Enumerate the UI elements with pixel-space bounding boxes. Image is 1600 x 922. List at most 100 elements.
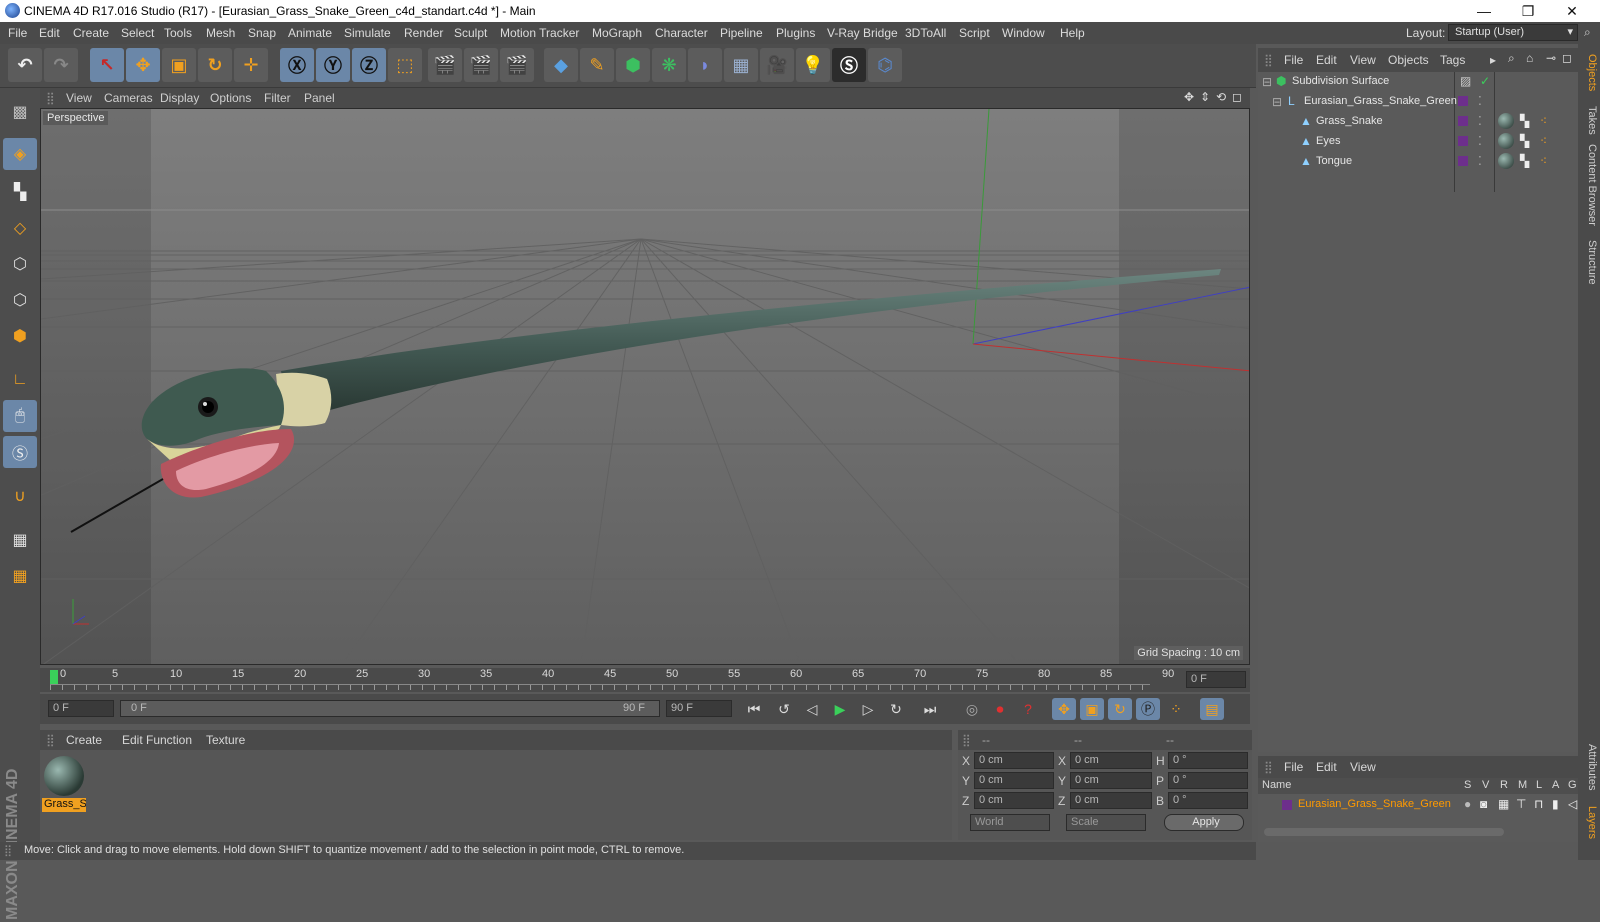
go-to-end-icon[interactable]: ⏭ (918, 698, 942, 720)
array-icon[interactable]: ❋ (652, 48, 686, 82)
layer-row[interactable]: Eurasian_Grass_Snake_Green ● ◙ ▦ ⊤ ⊓ ▮ ◁ (1258, 796, 1578, 814)
magnet-icon[interactable]: ∪ (3, 480, 37, 512)
layer-color-swatch[interactable] (1458, 156, 1468, 166)
position-z-field[interactable]: 0 cm (974, 792, 1054, 809)
size-y-field[interactable]: 0 cm (1070, 772, 1152, 789)
drag-handle-icon[interactable]: ⣿ (46, 733, 55, 747)
viewport-menu-options[interactable]: Options (210, 91, 251, 105)
render-picture-viewer-icon[interactable]: 🎬 (464, 48, 498, 82)
material-menu-function[interactable]: Function (146, 733, 192, 747)
tab-structure[interactable]: Structure (1580, 240, 1598, 285)
camera-icon[interactable]: 🎥 (760, 48, 794, 82)
enabled-check-icon[interactable]: ✓ (1480, 74, 1490, 88)
layer-color-swatch[interactable] (1458, 116, 1468, 126)
menu-vray-bridge[interactable]: V-Ray Bridge (827, 26, 898, 40)
menu-pipeline[interactable]: Pipeline (720, 26, 763, 40)
object-row[interactable]: ▲ Grass_Snake ⁚ ▚ ⁖ (1258, 112, 1578, 132)
apply-button[interactable]: Apply (1164, 814, 1244, 831)
drag-handle-icon[interactable]: ⣿ (1264, 53, 1273, 67)
material-tag-icon[interactable] (1498, 133, 1514, 149)
menu-plugins[interactable]: Plugins (776, 26, 815, 40)
size-z-field[interactable]: 0 cm (1070, 792, 1152, 809)
lm-menu-file[interactable]: File (1284, 760, 1303, 774)
layer-color-swatch[interactable] (1458, 96, 1468, 106)
start-frame-field[interactable]: 0 F (48, 700, 114, 717)
material-menu-texture[interactable]: Texture (206, 733, 245, 747)
visibility-dots-icon[interactable]: ⁚ (1478, 134, 1482, 148)
play-icon[interactable]: ▶ (828, 698, 852, 720)
menu-select[interactable]: Select (121, 26, 154, 40)
viewport-menu-filter[interactable]: Filter (264, 91, 291, 105)
menu-simulate[interactable]: Simulate (344, 26, 391, 40)
model-mode-icon[interactable]: ◈ (3, 138, 37, 170)
lock-workplane-icon[interactable]: ▦ (3, 524, 37, 556)
vray-icon[interactable]: Ⓢ (832, 48, 866, 82)
viewport-camera-label[interactable]: Perspective (43, 111, 109, 125)
solo-toggle-icon[interactable]: ● (1464, 797, 1471, 811)
axis-mode-icon[interactable]: ∟ (3, 364, 37, 396)
viewport-menu-cameras[interactable]: Cameras (104, 91, 153, 105)
end-frame-field[interactable]: 90 F (666, 700, 732, 717)
horizontal-scrollbar[interactable] (1264, 828, 1504, 836)
next-key-icon[interactable]: ↻ (884, 698, 908, 720)
auto-keying-icon[interactable]: ⏺ (988, 698, 1012, 720)
edges-mode-icon[interactable]: ⬡ (3, 284, 37, 316)
menu-character[interactable]: Character (655, 26, 708, 40)
next-frame-icon[interactable]: ▷ (856, 698, 880, 720)
workplane-mode-icon[interactable]: ◇ (3, 212, 37, 244)
om-menu-tags[interactable]: Tags (1440, 53, 1465, 67)
scale-icon[interactable]: ▣ (162, 48, 196, 82)
coordinate-system-icon[interactable]: ⬚ (388, 48, 422, 82)
tweak-mode-icon[interactable]: 🖱 (3, 400, 37, 432)
om-menu-view[interactable]: View (1350, 53, 1376, 67)
viewport-menu-panel[interactable]: Panel (304, 91, 335, 105)
move-icon[interactable]: ✥ (126, 48, 160, 82)
menu-file[interactable]: File (8, 26, 27, 40)
perspective-viewport[interactable]: Perspective Grid Spacing : 10 cm (40, 108, 1250, 665)
floor-icon[interactable]: ▦ (724, 48, 758, 82)
y-axis-icon[interactable]: Ⓨ (316, 48, 350, 82)
snapping-icon[interactable]: Ⓢ (3, 436, 37, 468)
size-mode-dropdown[interactable]: Scale (1066, 814, 1146, 831)
rotation-h-field[interactable]: 0 ° (1168, 752, 1248, 769)
rotation-p-field[interactable]: 0 ° (1168, 772, 1248, 789)
tab-attributes[interactable]: Attributes (1580, 744, 1598, 790)
viewport-menu-view[interactable]: View (66, 91, 92, 105)
point-level-icon[interactable]: ⁘ (1164, 698, 1188, 720)
object-row[interactable]: ▲ Eyes ⁚ ▚ ⁖ (1258, 132, 1578, 152)
chevron-right-icon[interactable]: ▸ (1490, 53, 1496, 67)
object-row[interactable]: ▲ Tongue ⁚ ▚ ⁖ (1258, 152, 1578, 172)
position-key-icon[interactable]: ✥ (1052, 698, 1076, 720)
uvw-tag-icon[interactable]: ▚ (1520, 114, 1529, 128)
visibility-dots-icon[interactable]: ⁚ (1478, 154, 1482, 168)
search-icon[interactable]: ⌕ (1508, 51, 1515, 66)
menu-3dtoall[interactable]: 3DToAll (905, 26, 946, 40)
cube-icon[interactable]: ◆ (544, 48, 578, 82)
visibility-dots-icon[interactable]: ⁚ (1478, 94, 1482, 108)
layout-dropdown[interactable]: Startup (User) ▾ (1448, 24, 1578, 41)
phong-tag-icon[interactable]: ⁖ (1540, 154, 1547, 168)
dolly-view-icon[interactable]: ⇕ (1200, 90, 1210, 104)
tab-objects[interactable]: Objects (1580, 54, 1598, 91)
live-selection-icon[interactable]: ↖ (90, 48, 124, 82)
search-icon[interactable]: ⌕ (1584, 25, 1591, 40)
material-tag-icon[interactable] (1498, 113, 1514, 129)
home-icon[interactable]: ⌂ (1526, 51, 1533, 65)
rotation-b-field[interactable]: 0 ° (1168, 792, 1248, 809)
rotation-key-icon[interactable]: ↻ (1108, 698, 1132, 720)
tab-layers[interactable]: Layers (1580, 806, 1598, 839)
lm-menu-edit[interactable]: Edit (1316, 760, 1337, 774)
frame-range-slider[interactable]: 0 F 90 F (120, 700, 660, 717)
menu-animate[interactable]: Animate (288, 26, 332, 40)
phong-tag-icon[interactable]: ⁖ (1540, 134, 1547, 148)
z-axis-icon[interactable]: Ⓩ (352, 48, 386, 82)
lm-menu-view[interactable]: View (1350, 760, 1376, 774)
timeline-ruler[interactable]: 0 5 10 15 20 25 30 35 40 45 50 55 60 65 … (40, 668, 1250, 692)
timeline-window-icon[interactable]: ▤ (1200, 698, 1224, 720)
position-x-field[interactable]: 0 cm (974, 752, 1054, 769)
render-toggle-icon[interactable]: ▦ (1498, 797, 1509, 811)
menu-edit[interactable]: Edit (39, 26, 60, 40)
om-menu-file[interactable]: File (1284, 53, 1303, 67)
parameter-key-icon[interactable]: Ⓟ (1136, 698, 1160, 720)
object-row[interactable]: ⊟ L Eurasian_Grass_Snake_Green ⁚ (1258, 92, 1578, 112)
